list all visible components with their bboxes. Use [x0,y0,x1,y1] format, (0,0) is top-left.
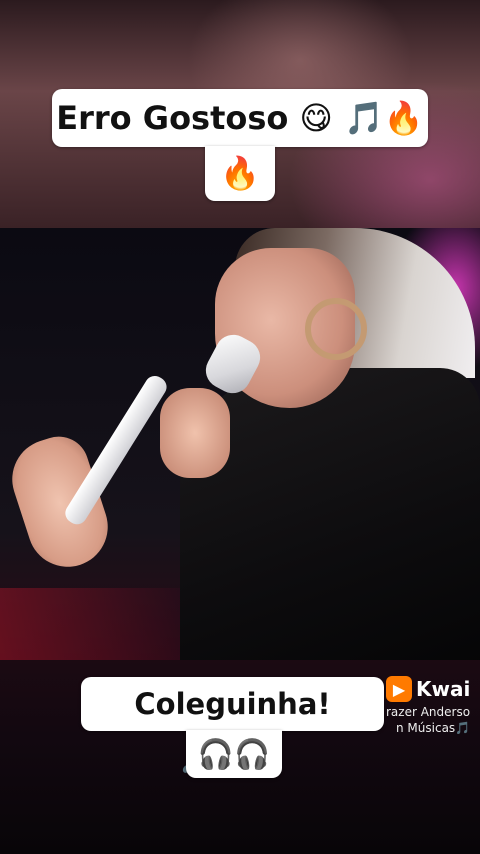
kwai-app-name: Kwai [416,677,471,701]
caption-top-line2: 🔥 [205,146,275,201]
caption-bottom-line2: 🎧🎧 [186,730,282,778]
caption-top-line1: Erro Gostoso 😋 🎵🔥 [52,89,428,147]
hoop-earring [305,298,367,360]
hand-holding-mic [160,388,230,478]
watermark-username-line2: n Músicas🎵 [396,721,471,735]
kwai-logo-row: ▶ Kwai [386,676,480,702]
watermark-username-line1: razer Anderso [386,705,471,719]
kwai-camera-icon: ▶ [386,676,412,702]
video-frame [0,228,480,660]
caption-bottom-line1: Coleguinha!🎵🎵🎵 [81,677,384,775]
raised-hand [1,428,119,578]
kwai-watermark[interactable]: ▶ Kwai razer Anderso n Músicas🎵 [386,676,480,736]
